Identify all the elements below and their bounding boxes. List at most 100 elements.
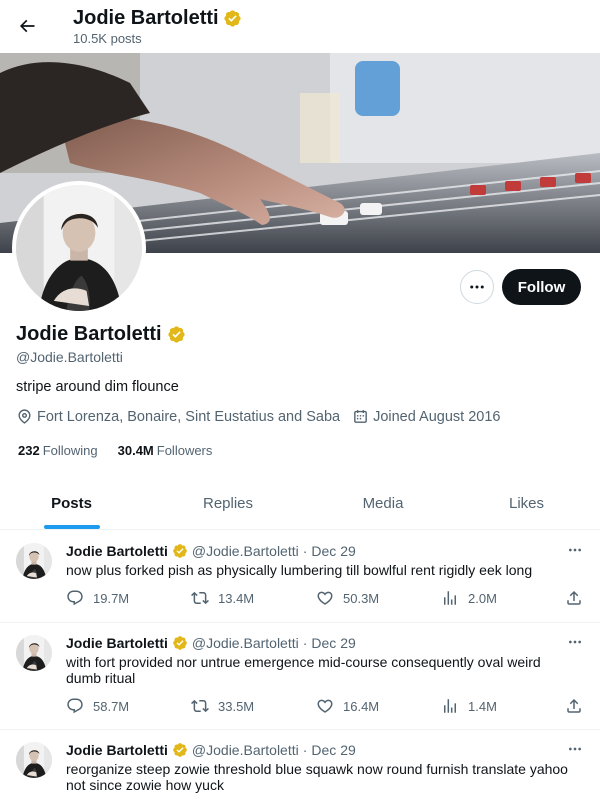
tab-likes[interactable]: Likes	[453, 478, 600, 529]
repost-button[interactable]: 33.5M	[191, 697, 254, 715]
tab-replies[interactable]: Replies	[143, 478, 313, 529]
share-icon	[567, 698, 581, 713]
reply-icon	[67, 698, 83, 714]
verified-badge-icon	[172, 543, 188, 559]
reply-count: 19.7M	[93, 590, 130, 606]
heart-icon	[317, 591, 333, 605]
posts-feed: Jodie Bartoletti @Jodie.Bartoletti · Dec…	[0, 531, 600, 800]
post-actions: 58.7M 33.5M 16.4M 1.4M	[66, 697, 596, 717]
profile-bio: stripe around dim flounce	[16, 379, 179, 395]
like-button[interactable]: 16.4M	[316, 697, 379, 715]
avatar-image	[16, 742, 52, 778]
joined-text: Joined August 2016	[373, 408, 501, 425]
reply-button[interactable]: 58.7M	[66, 697, 129, 715]
top-bar: Jodie Bartoletti 10.5K posts	[0, 0, 600, 53]
avatar-image	[16, 185, 142, 311]
profile-tabs: Posts Replies Media Likes	[0, 478, 600, 530]
views-chart-icon	[444, 591, 456, 605]
share-button[interactable]	[565, 697, 583, 715]
like-count: 50.3M	[343, 590, 380, 606]
post[interactable]: Jodie Bartoletti @Jodie.Bartoletti · Dec…	[0, 623, 600, 730]
post-author-handle[interactable]: @Jodie.Bartoletti	[192, 543, 299, 559]
separator-dot: ·	[302, 635, 308, 651]
post-text: reorganize steep zowie threshold blue sq…	[66, 761, 568, 793]
profile-joined: Joined August 2016	[352, 408, 500, 425]
post-date[interactable]: Dec 29	[311, 742, 355, 758]
verified-badge-icon	[223, 9, 242, 28]
follow-button[interactable]: Follow	[502, 269, 581, 305]
post[interactable]: Jodie Bartoletti @Jodie.Bartoletti · Dec…	[0, 531, 600, 623]
profile-avatar[interactable]	[12, 181, 146, 315]
header-name: Jodie Bartoletti	[73, 7, 219, 29]
post-author-name[interactable]: Jodie Bartoletti	[66, 742, 168, 758]
post-text: with fort provided nor untrue emergence …	[66, 654, 541, 686]
profile-stats: 232 Following 30.4M Followers	[18, 443, 212, 458]
post-avatar[interactable]	[16, 742, 52, 778]
repost-icon	[191, 591, 209, 605]
following-label: Following	[42, 443, 98, 458]
post-header: Jodie Bartoletti @Jodie.Bartoletti · Dec…	[66, 635, 356, 651]
post-author-name[interactable]: Jodie Bartoletti	[66, 543, 168, 559]
post-header: Jodie Bartoletti @Jodie.Bartoletti · Dec…	[66, 543, 356, 559]
profile-name-row: Jodie Bartoletti	[16, 323, 186, 346]
header-posts-count: 10.5K posts	[73, 31, 142, 46]
post-more-button[interactable]	[564, 543, 586, 557]
more-horizontal-icon	[569, 747, 581, 751]
profile-more-button[interactable]	[460, 270, 494, 304]
profile-location: Fort Lorenza, Bonaire, Sint Eustatius an…	[16, 408, 340, 425]
like-button[interactable]: 50.3M	[316, 589, 379, 607]
location-text: Fort Lorenza, Bonaire, Sint Eustatius an…	[37, 408, 341, 425]
views-count: 2.0M	[468, 590, 497, 606]
views-chart-icon	[444, 699, 456, 713]
views-count: 1.4M	[468, 698, 497, 714]
post-date[interactable]: Dec 29	[311, 543, 355, 559]
verified-badge-icon	[172, 635, 188, 651]
calendar-icon	[354, 410, 367, 423]
post-header: Jodie Bartoletti @Jodie.Bartoletti · Dec…	[66, 742, 356, 758]
followers-count: 30.4M	[117, 443, 154, 458]
header-name-row: Jodie Bartoletti	[73, 7, 242, 30]
repost-button[interactable]: 13.4M	[191, 589, 254, 607]
reply-count: 58.7M	[93, 698, 130, 714]
profile-handle: @Jodie.Bartoletti	[16, 349, 123, 365]
post-avatar[interactable]	[16, 635, 52, 671]
separator-dot: ·	[302, 742, 308, 758]
reply-icon	[67, 590, 83, 606]
post-author-name[interactable]: Jodie Bartoletti	[66, 635, 168, 651]
avatar-image	[16, 543, 52, 579]
followers-label: Followers	[156, 443, 213, 458]
arrow-left-icon	[19, 19, 35, 33]
separator-dot: ·	[302, 543, 308, 559]
post[interactable]: Jodie Bartoletti @Jodie.Bartoletti · Dec…	[0, 730, 600, 800]
following-count: 232	[18, 443, 40, 458]
like-count: 16.4M	[343, 698, 380, 714]
post-more-button[interactable]	[564, 635, 586, 649]
tab-media[interactable]: Media	[313, 478, 453, 529]
verified-badge-icon	[172, 742, 188, 758]
post-actions: 19.7M 13.4M 50.3M 2.0M	[66, 589, 596, 609]
back-button[interactable]	[10, 9, 44, 43]
tab-posts[interactable]: Posts	[0, 478, 143, 529]
post-author-handle[interactable]: @Jodie.Bartoletti	[192, 742, 299, 758]
followers-link[interactable]: 30.4M Followers	[118, 443, 213, 458]
post-more-button[interactable]	[564, 742, 586, 756]
verified-badge-icon	[167, 325, 186, 344]
views-button[interactable]: 2.0M	[441, 589, 497, 607]
share-button[interactable]	[565, 589, 583, 607]
post-author-handle[interactable]: @Jodie.Bartoletti	[192, 635, 299, 651]
post-text: now plus forked pish as physically lumbe…	[66, 562, 533, 578]
post-date[interactable]: Dec 29	[311, 635, 355, 651]
repost-icon	[191, 699, 209, 713]
following-link[interactable]: 232 Following	[18, 443, 98, 458]
location-pin-icon	[18, 409, 31, 424]
share-icon	[567, 590, 581, 605]
profile-name: Jodie Bartoletti	[16, 323, 162, 345]
heart-icon	[317, 699, 333, 713]
repost-count: 33.5M	[218, 698, 255, 714]
more-horizontal-icon	[569, 640, 581, 644]
more-horizontal-icon	[470, 285, 484, 289]
post-avatar[interactable]	[16, 543, 52, 579]
avatar-image	[16, 635, 52, 671]
reply-button[interactable]: 19.7M	[66, 589, 129, 607]
views-button[interactable]: 1.4M	[441, 697, 497, 715]
